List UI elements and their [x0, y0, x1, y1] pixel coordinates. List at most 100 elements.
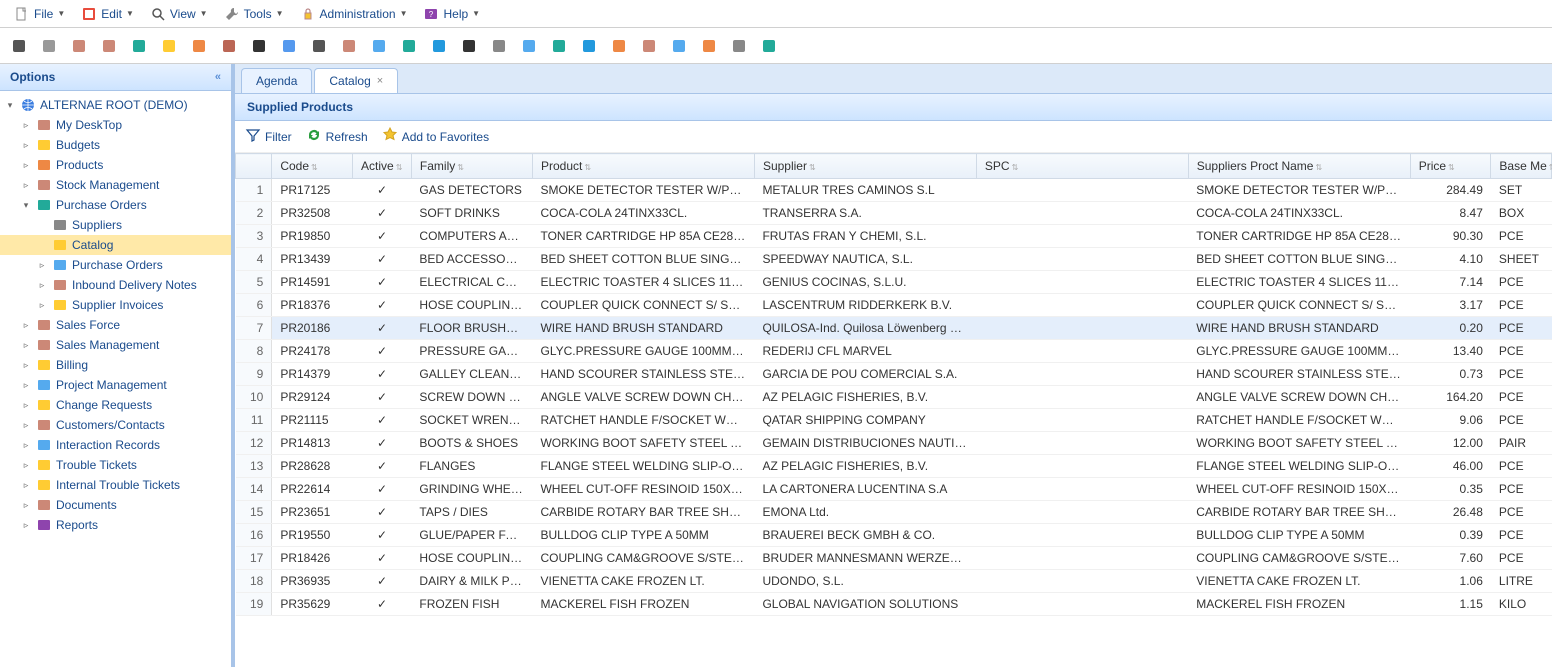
table-row[interactable]: 4PR13439✓BED ACCESSORIESBED SHEET COTTON… — [236, 248, 1552, 271]
toolbar-tree-button[interactable] — [758, 35, 780, 57]
toolbar-bug-button[interactable] — [698, 35, 720, 57]
tab-catalog[interactable]: Catalog× — [314, 68, 398, 93]
tree-toggle-icon[interactable]: ▹ — [20, 360, 32, 371]
table-row[interactable]: 8PR24178✓PRESSURE GAUGESGLYC.PRESSURE GA… — [236, 340, 1552, 363]
tree-toggle-icon[interactable]: ▹ — [20, 380, 32, 391]
toolbar-chart-button[interactable] — [368, 35, 390, 57]
tree-toggle-icon[interactable]: ▹ — [20, 180, 32, 191]
tree-toggle-icon[interactable]: ▹ — [20, 480, 32, 491]
toolbar-check-blue-button[interactable] — [428, 35, 450, 57]
toolbar-note-button[interactable] — [158, 35, 180, 57]
tree-node-billing[interactable]: ▹Billing — [0, 355, 231, 375]
toolbar-copy-button[interactable] — [68, 35, 90, 57]
column-header-active[interactable]: Active⇅ — [353, 154, 412, 179]
toolbar-house-button[interactable] — [608, 35, 630, 57]
toolbar-card-button[interactable] — [188, 35, 210, 57]
menu-tools[interactable]: Tools▼ — [218, 4, 290, 24]
menu-administration[interactable]: Administration▼ — [294, 4, 414, 24]
toolbar-screen-button[interactable] — [518, 35, 540, 57]
tree-node-internal-trouble-tickets[interactable]: ▹Internal Trouble Tickets — [0, 475, 231, 495]
tree-node-documents[interactable]: ▹Documents — [0, 495, 231, 515]
column-header-index[interactable] — [236, 154, 272, 179]
tree-node-customers-contacts[interactable]: ▹Customers/Contacts — [0, 415, 231, 435]
table-row[interactable]: 17PR18426✓HOSE COUPLINGSCOUPLING CAM&GRO… — [236, 547, 1552, 570]
toolbar-group-button[interactable] — [248, 35, 270, 57]
column-header-product[interactable]: Product⇅ — [532, 154, 754, 179]
toolbar-user-add-button[interactable] — [458, 35, 480, 57]
column-header-suppliers-proct-name[interactable]: Suppliers Proct Name⇅ — [1188, 154, 1410, 179]
tree-toggle-icon[interactable]: ▹ — [20, 500, 32, 511]
tree-node-products[interactable]: ▹Products — [0, 155, 231, 175]
table-row[interactable]: 11PR21115✓SOCKET WRENCHESRATCHET HANDLE … — [236, 409, 1552, 432]
tree-node-supplier-invoices[interactable]: ▹Supplier Invoices — [0, 295, 231, 315]
menu-help[interactable]: ?Help▼ — [417, 4, 486, 24]
refresh-button[interactable]: Refresh — [306, 127, 368, 146]
table-row[interactable]: 9PR14379✓GALLEY CLEANING EQHAND SCOURER … — [236, 363, 1552, 386]
tree-toggle-icon[interactable]: ▹ — [20, 420, 32, 431]
toolbar-print-button[interactable] — [8, 35, 30, 57]
tab-close-icon[interactable]: × — [377, 75, 383, 87]
tree-toggle-icon[interactable]: ▹ — [36, 280, 48, 291]
column-header-base-me[interactable]: Base Me⇅ — [1491, 154, 1552, 179]
tree-toggle-icon[interactable]: ▹ — [20, 520, 32, 531]
menu-file[interactable]: File▼ — [8, 4, 71, 24]
tree-node-project-management[interactable]: ▹Project Management — [0, 375, 231, 395]
toolbar-paste-button[interactable] — [98, 35, 120, 57]
tree-node-stock-management[interactable]: ▹Stock Management — [0, 175, 231, 195]
table-row[interactable]: 14PR22614✓GRINDING WHEELS/DWHEEL CUT-OFF… — [236, 478, 1552, 501]
tree-node-reports[interactable]: ▹Reports — [0, 515, 231, 535]
table-row[interactable]: 1PR17125✓GAS DETECTORSSMOKE DETECTOR TES… — [236, 179, 1552, 202]
toolbar-plus-green-button[interactable] — [548, 35, 570, 57]
tree-node-inbound-delivery-notes[interactable]: ▹Inbound Delivery Notes — [0, 275, 231, 295]
tree-node-my-desktop[interactable]: ▹My DeskTop — [0, 115, 231, 135]
toolbar-person-button[interactable] — [638, 35, 660, 57]
tree-toggle-icon[interactable]: ▹ — [36, 260, 48, 271]
table-row[interactable]: 13PR28628✓FLANGESFLANGE STEEL WELDING SL… — [236, 455, 1552, 478]
tree-toggle-icon[interactable]: ▾ — [20, 200, 32, 211]
toolbar-calc-button[interactable] — [488, 35, 510, 57]
toolbar-window-button[interactable] — [278, 35, 300, 57]
tree-toggle-icon[interactable]: ▹ — [20, 140, 32, 151]
column-header-family[interactable]: Family⇅ — [411, 154, 532, 179]
tree-node-budgets[interactable]: ▹Budgets — [0, 135, 231, 155]
tree-toggle-icon[interactable]: ▹ — [20, 400, 32, 411]
table-row[interactable]: 10PR29124✓SCREW DOWN CHECKANGLE VALVE SC… — [236, 386, 1552, 409]
tree-node-interaction-records[interactable]: ▹Interaction Records — [0, 435, 231, 455]
toolbar-calendar-button[interactable] — [128, 35, 150, 57]
tree-root[interactable]: ▾ ALTERNAE ROOT (DEMO) — [0, 95, 231, 115]
tree-node-purchase-orders[interactable]: ▹Purchase Orders — [0, 255, 231, 275]
toolbar-services-button[interactable] — [218, 35, 240, 57]
tree-toggle-icon[interactable]: ▹ — [20, 120, 32, 131]
tree-node-suppliers[interactable]: Suppliers — [0, 215, 231, 235]
tree-node-trouble-tickets[interactable]: ▹Trouble Tickets — [0, 455, 231, 475]
tree-node-change-requests[interactable]: ▹Change Requests — [0, 395, 231, 415]
tab-agenda[interactable]: Agenda — [241, 68, 312, 93]
tree-toggle-icon[interactable]: ▹ — [20, 340, 32, 351]
filter-button[interactable]: Filter — [245, 127, 292, 146]
toolbar-gear-button[interactable] — [728, 35, 750, 57]
tree-toggle-icon[interactable]: ▹ — [20, 320, 32, 331]
toolbar-check-green-button[interactable] — [398, 35, 420, 57]
column-header-code[interactable]: Code⇅ — [272, 154, 353, 179]
column-header-supplier[interactable]: Supplier⇅ — [754, 154, 976, 179]
menu-edit[interactable]: Edit▼ — [75, 4, 140, 24]
column-header-spc[interactable]: SPC⇅ — [976, 154, 1188, 179]
table-row[interactable]: 7PR20186✓FLOOR BRUSHES/HANWIRE HAND BRUS… — [236, 317, 1552, 340]
toolbar-cut-button[interactable] — [38, 35, 60, 57]
sidebar-collapse-icon[interactable]: « — [215, 71, 221, 83]
column-header-price[interactable]: Price⇅ — [1410, 154, 1491, 179]
table-row[interactable]: 3PR19850✓COMPUTERS AND ANTONER CARTRIDGE… — [236, 225, 1552, 248]
tree-toggle-icon[interactable]: ▹ — [36, 300, 48, 311]
toolbar-box-button[interactable] — [338, 35, 360, 57]
add-favorites-button[interactable]: Add to Favorites — [382, 127, 489, 146]
tree-toggle-icon[interactable]: ▾ — [4, 100, 16, 111]
table-row[interactable]: 2PR32508✓SOFT DRINKSCOCA-COLA 24TINX33CL… — [236, 202, 1552, 225]
toolbar-arrow-up-button[interactable] — [578, 35, 600, 57]
table-row[interactable]: 19PR35629✓FROZEN FISHMACKEREL FISH FROZE… — [236, 593, 1552, 616]
table-row[interactable]: 16PR19550✓GLUE/PAPER FASTENBULLDOG CLIP … — [236, 524, 1552, 547]
table-row[interactable]: 15PR23651✓TAPS / DIESCARBIDE ROTARY BAR … — [236, 501, 1552, 524]
toolbar-doc-button[interactable] — [668, 35, 690, 57]
grid-scroll[interactable]: Code⇅Active⇅Family⇅Product⇅Supplier⇅SPC⇅… — [235, 153, 1552, 667]
tree-node-purchase-orders[interactable]: ▾Purchase Orders — [0, 195, 231, 215]
tree-toggle-icon[interactable]: ▹ — [20, 440, 32, 451]
